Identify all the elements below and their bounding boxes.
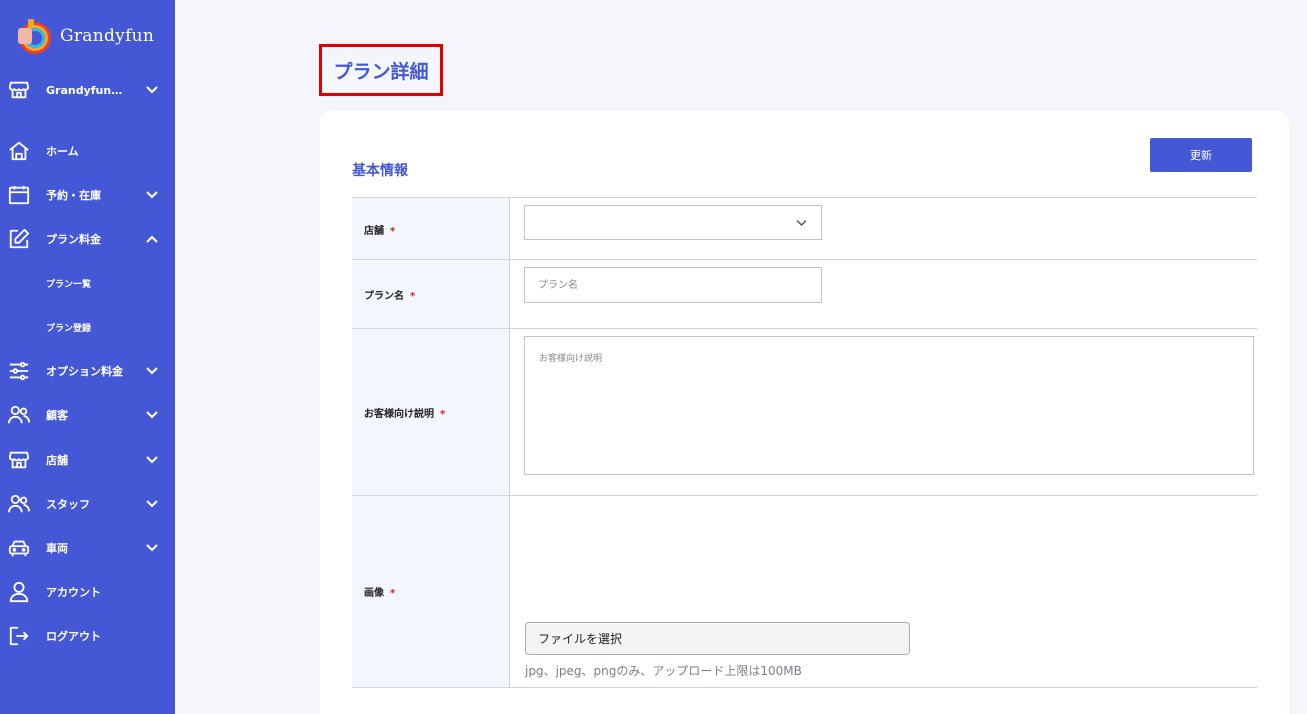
sliders-icon (9, 361, 29, 381)
sidebar-item-label: オプション料金 (46, 365, 123, 378)
chevron-down-icon (146, 500, 158, 508)
sidebar-item-label: ログアウト (46, 630, 101, 643)
sidebar-item-option-pricing[interactable]: オプション料金 (0, 353, 175, 389)
sidebar-item-logout[interactable]: ログアウト (0, 618, 175, 654)
description-textarea[interactable] (524, 336, 1254, 475)
user-icon (9, 581, 29, 603)
store-select[interactable] (524, 205, 822, 240)
sidebar-item-account[interactable]: アカウント (0, 574, 175, 610)
form-label-cell: 画像 * (352, 496, 510, 687)
sidebar-item-label: プラン料金 (46, 233, 101, 246)
field-label: プラン名 (364, 291, 404, 302)
chevron-down-icon (146, 544, 158, 552)
file-upload-note: jpg、jpeg、pngのみ、アップロード上限は100MB (525, 664, 802, 678)
page-title-highlight: プラン詳細 (319, 44, 443, 96)
plan-detail-card: 基本情報 更新 店舗 * プラン名 * プラン名 お客様向け説明 * お客様向け… (320, 111, 1289, 714)
sidebar-item-label: 顧客 (46, 409, 68, 422)
store-selector[interactable]: Grandyfun… (0, 72, 175, 108)
sidebar-subitem-label: プラン登録 (46, 323, 92, 334)
sidebar-item-label: ホーム (46, 145, 79, 158)
form-label-cell: お客様向け説明 * (352, 329, 510, 495)
chevron-down-icon (146, 191, 158, 199)
sidebar-item-label: アカウント (46, 586, 101, 599)
field-label: お客様向け説明 (364, 409, 434, 420)
update-button[interactable]: 更新 (1150, 138, 1252, 172)
users-icon (8, 405, 30, 424)
choose-file-button[interactable]: ファイルを選択 (525, 622, 910, 655)
sidebar: Grandyfun Grandyfun… ホーム 予約・在庫 プラン料金 プラン… (0, 0, 175, 714)
sidebar-subitem-plan-register[interactable]: プラン登録 (0, 312, 175, 342)
sidebar-item-stores[interactable]: 店舗 (0, 442, 175, 478)
chevron-down-icon (796, 219, 807, 227)
sidebar-subitem-label: プラン一覧 (46, 279, 92, 290)
car-icon (8, 540, 30, 557)
sidebar-item-label: スタッフ (46, 498, 90, 511)
home-icon (9, 141, 29, 161)
sidebar-item-reservation[interactable]: 予約・在庫 (0, 177, 175, 213)
section-title: 基本情報 (352, 163, 408, 179)
required-mark: * (410, 291, 416, 302)
chevron-up-icon (146, 235, 158, 243)
form-row-description: お客様向け説明 * (352, 329, 1257, 496)
app-logo[interactable]: Grandyfun (14, 16, 154, 56)
sidebar-item-vehicles[interactable]: 車両 (0, 530, 175, 566)
form-table: 店舗 * プラン名 * お客様向け説明 * (352, 197, 1257, 688)
field-label: 店舗 (364, 226, 384, 237)
sidebar-item-home[interactable]: ホーム (0, 133, 175, 169)
sidebar-subitem-plan-list[interactable]: プラン一覧 (0, 268, 175, 298)
edit-icon (9, 228, 30, 249)
logo-icon (18, 19, 51, 54)
users-icon (8, 494, 30, 513)
form-label-cell: プラン名 * (352, 260, 510, 328)
store-selector-label: Grandyfun… (46, 83, 123, 97)
chevron-down-icon (146, 367, 158, 375)
plan-name-input[interactable] (524, 267, 822, 303)
required-mark: * (390, 588, 396, 599)
store-icon (8, 451, 30, 469)
sidebar-item-customers[interactable]: 顧客 (0, 397, 175, 433)
sidebar-item-label: 店舗 (46, 454, 68, 467)
sidebar-item-staff[interactable]: スタッフ (0, 486, 175, 522)
chevron-down-icon (146, 86, 158, 94)
sidebar-item-label: 車両 (46, 542, 68, 555)
sidebar-item-label: 予約・在庫 (46, 189, 101, 202)
required-mark: * (440, 409, 446, 420)
form-label-cell: 店舗 * (352, 198, 510, 259)
form-row-store: 店舗 * (352, 198, 1257, 260)
form-row-plan-name: プラン名 * (352, 260, 1257, 329)
page-title: プラン詳細 (333, 60, 429, 83)
field-label: 画像 (364, 588, 384, 599)
app-name: Grandyfun (60, 26, 155, 46)
chevron-down-icon (146, 456, 158, 464)
sidebar-item-plan-pricing[interactable]: プラン料金 (0, 221, 175, 257)
required-mark: * (390, 226, 396, 237)
store-icon (8, 81, 30, 99)
calendar-icon (8, 185, 30, 205)
chevron-down-icon (146, 411, 158, 419)
logout-icon (9, 626, 29, 646)
form-row-image: 画像 * ファイルを選択 jpg、jpeg、pngのみ、アップロード上限は100M… (352, 496, 1257, 688)
